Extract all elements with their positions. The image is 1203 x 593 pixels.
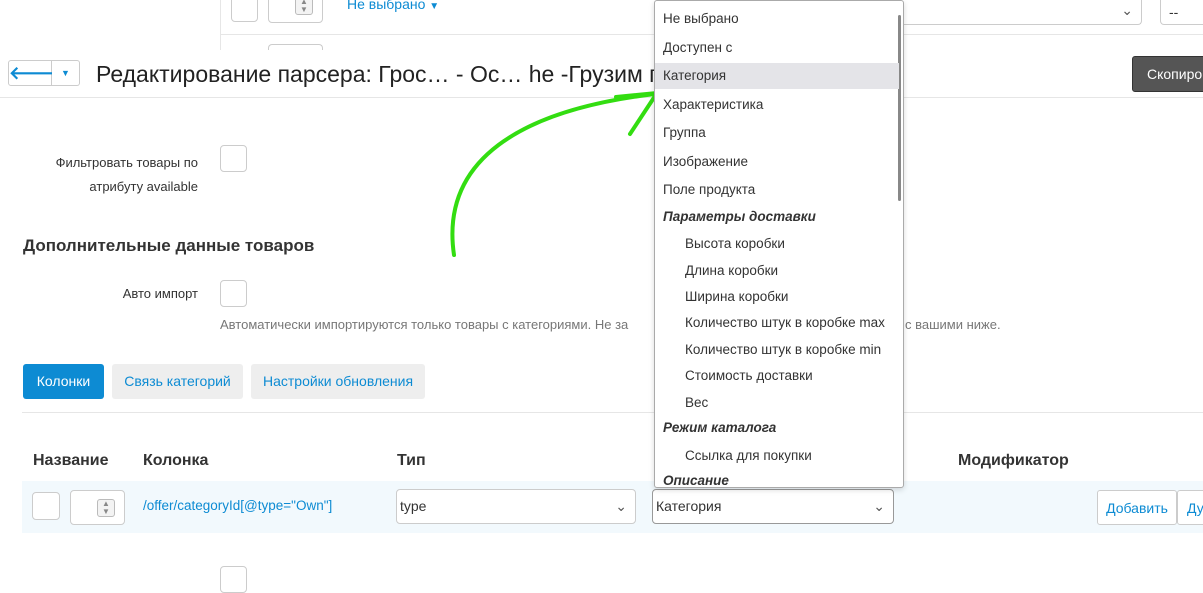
top-row-checkbox[interactable] [231, 0, 258, 22]
field-dropdown-list[interactable]: Не выбрано Доступен с Категория Характерист… [654, 0, 904, 488]
filter-available-checkbox[interactable] [220, 145, 247, 172]
annotation-arrow-curve [450, 92, 657, 257]
row-field-select[interactable]: Категория ⌄ [652, 489, 894, 524]
next-row-checkbox[interactable] [220, 566, 247, 593]
auto-import-checkbox[interactable] [220, 280, 247, 307]
dropdown-option[interactable]: Изображение [655, 149, 899, 175]
row-type-select[interactable]: type ⌄ [396, 489, 636, 524]
tab-category-links[interactable]: Связь категорий [112, 364, 243, 399]
dropdown-option[interactable]: Не выбрано [655, 6, 899, 32]
dropdown-option[interactable]: Доступен с [655, 35, 899, 61]
dropdown-group-label: Режим каталога [663, 420, 777, 435]
tabs-divider [22, 412, 1203, 413]
tab-update-settings[interactable]: Настройки обновления [251, 364, 425, 399]
top-row-left-rule [220, 0, 221, 50]
col-header-column: Колонка [143, 452, 209, 469]
dropdown-option[interactable]: Длина коробки [655, 258, 899, 284]
caret-down-icon: ▼ [429, 1, 440, 12]
row-sort-stepper[interactable]: ▲ ▼ [70, 490, 125, 525]
top-row-select-link[interactable]: Не выбрано ▼ [347, 0, 439, 12]
filter-available-label: Фильтровать товары по атрибуту available [55, 155, 198, 194]
dropdown-option[interactable]: Стоимость доставки [655, 363, 899, 389]
copy-button[interactable]: Скопиро [1132, 56, 1203, 92]
top-row-right-select[interactable]: -- [1160, 0, 1203, 25]
tab-columns[interactable]: Колонки [23, 364, 104, 399]
dropdown-option[interactable]: Характеристика [655, 92, 899, 118]
dropdown-option[interactable]: Категория [655, 63, 899, 89]
page-title: Редактирование парсера: Грос… - Ос… he -… [96, 61, 723, 87]
dropdown-option[interactable]: Количество штук в коробке min [655, 337, 899, 363]
stepper-arrows-icon: ▲ ▼ [295, 0, 313, 15]
annotation-arrow-head [614, 91, 659, 136]
col-header-modifier: Модификатор [958, 452, 1069, 469]
row-add-button[interactable]: Добавить [1097, 490, 1177, 525]
row-duplicate-button[interactable]: Ду [1177, 490, 1203, 525]
dropdown-option[interactable]: Поле продукта [655, 177, 899, 203]
dropdown-option[interactable]: Вес [655, 390, 899, 416]
section-title: Дополнительные данные товаров [23, 236, 315, 255]
dropdown-group-label: Описание [663, 473, 729, 488]
chevron-down-icon: ⌄ [1121, 2, 1133, 18]
arrow-left-icon: 🡐 [9, 63, 58, 83]
auto-import-hint: Автоматически импортируются только товар… [220, 317, 629, 332]
chevron-down-icon: ⌄ [873, 498, 885, 514]
back-button[interactable]: 🡐 [8, 60, 57, 86]
dropdown-option[interactable]: Группа [655, 120, 899, 146]
col-header-type: Тип [397, 452, 426, 469]
row-checkbox[interactable] [32, 492, 60, 520]
auto-import-hint-tail: с вашими ниже. [905, 317, 1001, 332]
stepper-arrows-icon: ▲ ▼ [97, 499, 115, 517]
chevron-down-icon: ⌄ [615, 498, 627, 514]
back-dropdown-button[interactable]: ▼ [52, 60, 80, 86]
dropdown-option[interactable]: Ширина коробки [655, 284, 899, 310]
row-column-path: /offer/categoryId[@type="Own"] [143, 498, 333, 513]
caret-down-icon: ▼ [61, 68, 70, 78]
auto-import-label: Авто импорт [122, 286, 198, 301]
col-header-name: Название [33, 452, 109, 469]
dropdown-option[interactable]: Количество штук в коробке max [655, 310, 899, 336]
dropdown-group-label: Параметры доставки [663, 209, 816, 224]
dropdown-option[interactable]: Высота коробки [655, 231, 899, 257]
dropdown-option[interactable]: Ссылка для покупки [655, 443, 899, 469]
top-row-sort-stepper[interactable]: ▲ ▼ [268, 0, 323, 23]
